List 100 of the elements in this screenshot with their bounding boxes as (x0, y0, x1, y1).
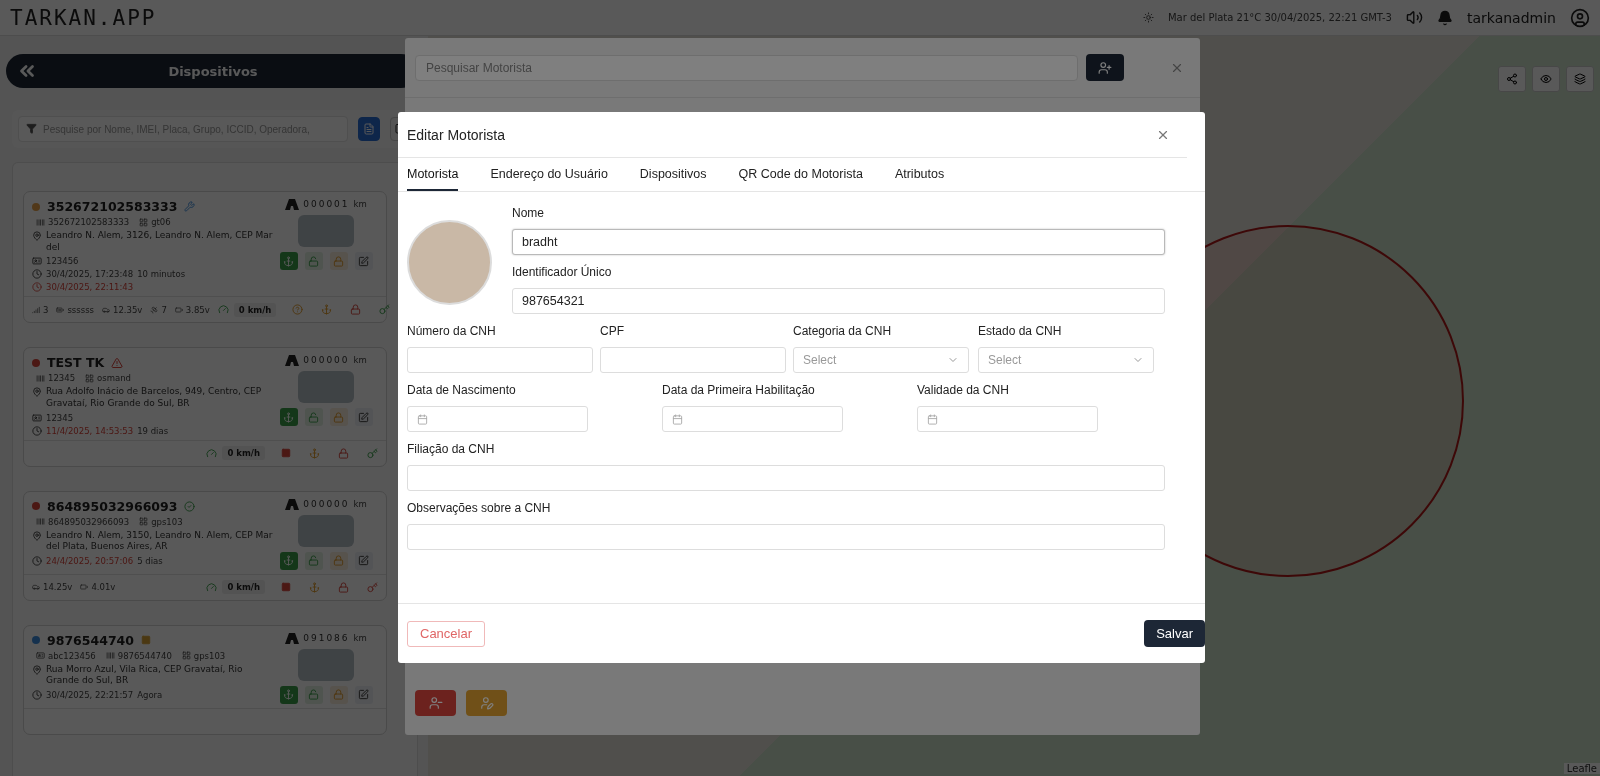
eye-icon (1540, 73, 1552, 85)
battery-icon (56, 305, 65, 314)
speaker-icon[interactable] (1406, 9, 1423, 26)
visibility-button[interactable] (1532, 66, 1560, 92)
lock-icon[interactable] (338, 447, 349, 459)
username[interactable]: tarkanadmin (1467, 9, 1556, 26)
input-field[interactable] (407, 465, 1165, 491)
unlock-button[interactable] (304, 685, 323, 704)
cancel-button[interactable]: Cancelar (407, 620, 486, 647)
stop-icon[interactable] (281, 447, 291, 458)
tab[interactable]: Atributos (894, 158, 945, 191)
select-field[interactable]: Select (793, 347, 969, 373)
unlock-button[interactable] (304, 408, 323, 427)
anchor-icon (283, 411, 294, 423)
speed-reading: 0 km/h (222, 446, 265, 461)
grid-icon (181, 651, 191, 661)
anchor-icon[interactable] (321, 304, 333, 316)
weather-text: Mar del Plata 21°C 30/04/2025, 22:21 GMT-3 (1167, 12, 1392, 23)
grid-icon (139, 517, 149, 527)
add-driver-button[interactable] (1086, 54, 1124, 81)
close-button[interactable] (1156, 128, 1170, 142)
anchor-button[interactable] (279, 252, 298, 270)
lock-button[interactable] (329, 252, 348, 270)
device-stat: 7 (150, 304, 167, 315)
device-address: Leandro N. Alem, 3150, Leandro N. Alem, CEP Mar del Plata, Buenos Aires, AR (46, 529, 274, 554)
layers-button[interactable] (1566, 66, 1594, 92)
user-avatar-icon[interactable] (1570, 7, 1590, 28)
key-icon[interactable] (379, 304, 391, 316)
map-attribution[interactable]: Leafle (1563, 763, 1600, 774)
square-icon (141, 635, 151, 646)
anchor-button[interactable] (279, 408, 298, 427)
bell-icon[interactable] (1437, 9, 1453, 26)
barcode-icon (36, 217, 45, 227)
device-tag: abc123456 (36, 650, 96, 661)
app-logo[interactable]: TARKAN.APP (10, 5, 157, 30)
unlock-button[interactable] (304, 252, 323, 270)
lock-icon (333, 411, 344, 423)
tab[interactable]: QR Code do Motorista (738, 158, 863, 191)
car-icon (32, 583, 40, 592)
edit-button[interactable] (354, 551, 373, 570)
lock-button[interactable] (329, 551, 348, 570)
remove-user-icon (428, 696, 443, 710)
clock-icon (32, 282, 42, 293)
device-name: 864895032966093 (47, 498, 178, 514)
device-address: Rua Adolfo Inácio de Barcelos, 949, Centro, CEP Gravataí, Rio Grande do Sul, BR (46, 386, 263, 410)
odometer: 000000 (303, 498, 350, 509)
time-ago: 10 minutos (137, 269, 186, 280)
anchor-button[interactable] (279, 551, 298, 570)
anchor-icon[interactable] (309, 581, 320, 593)
location-pin-icon (32, 231, 42, 241)
tab[interactable]: Endereço do Usuário (490, 158, 608, 191)
date-field[interactable] (407, 406, 588, 432)
date-field[interactable] (917, 406, 1098, 432)
warning-icon (111, 356, 124, 369)
unlock-button[interactable] (304, 551, 323, 570)
tab[interactable]: Dispositivos (639, 158, 707, 191)
remove-driver-button[interactable] (415, 690, 456, 716)
input-field[interactable]: 987654321 (512, 288, 1165, 314)
document-button[interactable] (358, 117, 380, 141)
key-icon[interactable] (367, 581, 378, 593)
device-plate: 123456 (46, 256, 79, 267)
weather-icon (1142, 12, 1154, 23)
help-icon[interactable] (292, 304, 304, 316)
input-field[interactable] (600, 347, 786, 373)
lock-button[interactable] (329, 408, 348, 427)
select-field[interactable]: Select (978, 347, 1154, 373)
key-icon[interactable] (367, 447, 378, 459)
location-pin-icon (32, 387, 42, 398)
edit-button[interactable] (354, 685, 373, 704)
input-field[interactable]: bradht (512, 229, 1165, 255)
edit-button[interactable] (354, 408, 373, 427)
lock-button[interactable] (329, 685, 348, 704)
barcode-icon (36, 373, 45, 383)
odometer: 000000 (303, 355, 350, 366)
anchor-icon[interactable] (309, 447, 320, 459)
lock-icon (333, 255, 344, 267)
date-field[interactable] (662, 406, 843, 432)
filter-icon (26, 123, 37, 134)
edit-driver-button[interactable] (466, 690, 507, 716)
speedometer-icon (206, 581, 218, 593)
clock-icon (32, 556, 42, 567)
driver-search-field[interactable]: Pesquisar Motorista (415, 54, 1078, 81)
input-field[interactable] (407, 524, 1165, 550)
edit-button[interactable] (354, 252, 373, 270)
input-field[interactable] (407, 347, 593, 373)
device-tag: 864895032966093 (36, 516, 130, 527)
field-label: CPF (600, 324, 625, 338)
anchor-button[interactable] (279, 685, 298, 704)
tab[interactable]: Motorista (407, 158, 459, 191)
share-button[interactable] (1498, 66, 1526, 92)
device-tag: 352672102583333 (36, 217, 130, 227)
field-label: Nome (512, 206, 545, 220)
unlock-icon (308, 555, 319, 567)
field-label: Data de Nascimento (407, 383, 517, 397)
stop-icon[interactable] (281, 581, 291, 592)
lock-icon[interactable] (350, 304, 362, 316)
save-button[interactable]: Salvar (1144, 620, 1205, 647)
lock-icon[interactable] (338, 581, 349, 593)
location-pin-icon (32, 664, 42, 675)
odometer: 000001 (303, 199, 350, 209)
